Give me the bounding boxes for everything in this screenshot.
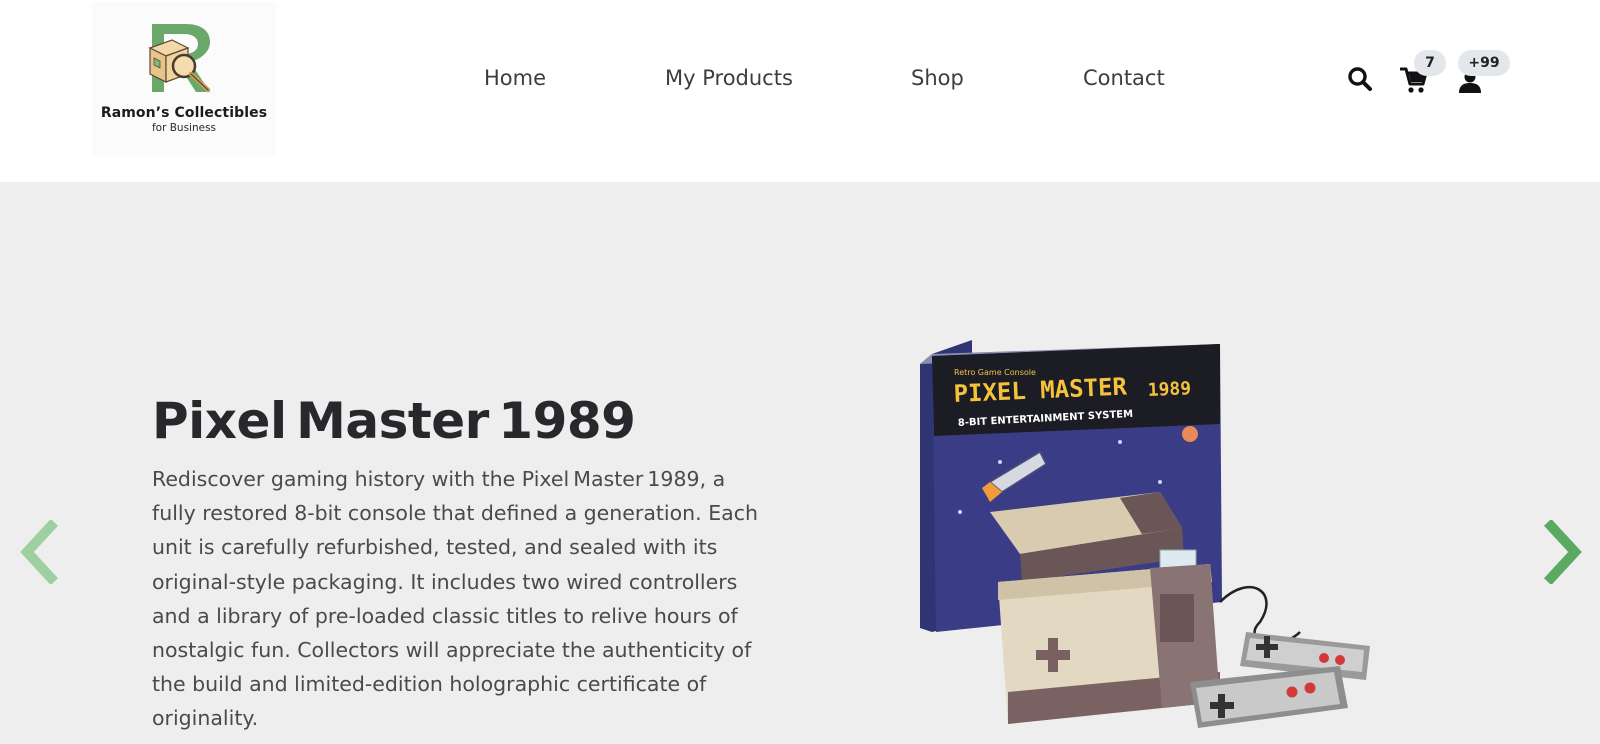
nav-link-shop[interactable]: Shop	[911, 66, 964, 90]
nav-link-contact[interactable]: Contact	[1083, 66, 1165, 90]
hero-title: Pixel Master 1989	[152, 392, 636, 450]
chevron-right-icon[interactable]	[1540, 518, 1584, 586]
nav-link-my-products[interactable]: My Products	[665, 66, 793, 90]
hero-description: Rediscover gaming history with the Pixel…	[152, 467, 758, 731]
box-brand: Retro Game Console	[954, 368, 1036, 377]
brand-logo[interactable]: Ramon’s Collectibles for Business	[92, 2, 276, 156]
site-header: Ramon’s Collectibles for Business Home M…	[0, 0, 1600, 182]
box-year: 1989	[1147, 378, 1191, 401]
user-count-badge: +99	[1458, 50, 1510, 76]
hero-carousel: Pixel Master 1989 Rediscover gaming hist…	[0, 182, 1600, 744]
nav-link-home[interactable]: Home	[484, 66, 546, 90]
product-image[interactable]: Retro Game Console PIXEL MASTER 1989 8-B…	[920, 332, 1410, 744]
cart-count-badge: 7	[1414, 50, 1446, 76]
search-icon[interactable]	[1347, 66, 1373, 92]
brand-name: Ramon’s Collectibles	[100, 105, 268, 121]
chevron-left-icon[interactable]	[18, 518, 62, 586]
brand-tagline: for Business	[151, 122, 217, 134]
